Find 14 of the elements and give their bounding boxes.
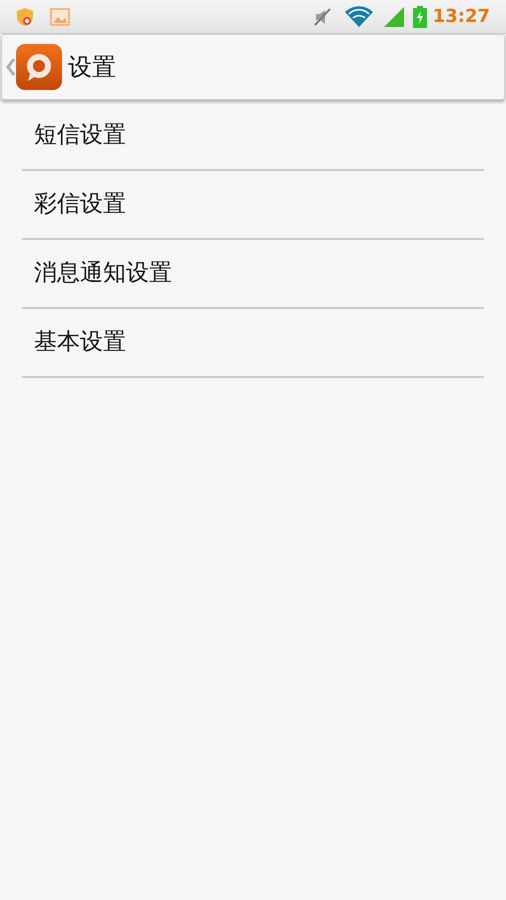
settings-item[interactable]: 短信设置 (22, 102, 484, 171)
settings-item[interactable]: 彩信设置 (22, 171, 484, 240)
muted-speaker-icon (312, 6, 333, 26)
shield-icon (16, 6, 34, 26)
clock: 13:27 (432, 5, 490, 29)
image-icon (50, 8, 70, 26)
battery-icon (412, 6, 427, 28)
back-icon (6, 58, 16, 76)
settings-item[interactable]: 消息通知设置 (22, 240, 484, 309)
screen-title: 设置 (68, 52, 116, 83)
settings-item[interactable]: 基本设置 (22, 309, 484, 378)
signal-icon (382, 6, 405, 28)
chat-bubble-app-icon (16, 44, 62, 90)
wifi-icon (344, 6, 373, 28)
